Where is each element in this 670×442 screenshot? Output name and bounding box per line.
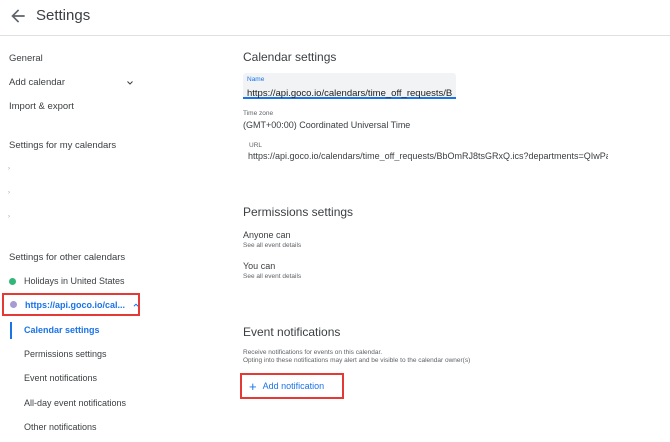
url-label: URL (249, 142, 263, 149)
name-label: Name (247, 76, 265, 83)
chevron-up-icon (131, 300, 141, 310)
notifications-desc-line-1: Receive notifications for events on this… (243, 349, 383, 356)
add-notification-button[interactable]: + Add notification (240, 373, 344, 399)
anyone-can-title: Anyone can (243, 230, 291, 240)
active-indicator (10, 322, 12, 339)
sidebar-subitem-calendar-settings[interactable]: Calendar settings (24, 325, 100, 335)
notifications-desc-line-2: Opting into these notifications may aler… (243, 357, 471, 364)
calendar-settings-heading: Calendar settings (243, 50, 337, 64)
sidebar-item-general[interactable]: General (9, 53, 43, 64)
sidebar-item-add-calendar[interactable]: Add calendar (9, 77, 65, 88)
name-input[interactable] (247, 88, 452, 99)
back-button[interactable] (8, 6, 28, 26)
event-notifications-heading: Event notifications (243, 325, 341, 339)
sidebar-subitem-event-notifications[interactable]: Event notifications (24, 373, 97, 383)
calendar-color-dot (9, 277, 16, 285)
page-title: Settings (36, 7, 91, 24)
sidebar-item-import-export[interactable]: Import & export (9, 101, 74, 112)
calendar-label: https://api.goco.io/cal... (25, 299, 126, 310)
calendar-label: Holidays in United States (24, 276, 125, 286)
plus-icon: + (249, 378, 257, 394)
you-can-title: You can (243, 261, 276, 271)
notifications-description: Receive notifications for events on this… (243, 349, 470, 365)
add-notification-label: Add notification (262, 381, 325, 391)
timezone-value[interactable]: (GMT+00:00) Coordinated Universal Time (243, 120, 543, 130)
my-calendar-placeholder-1: › (8, 166, 10, 172)
url-value: https://api.goco.io/calendars/time_off_r… (248, 151, 608, 161)
other-calendars-heading: Settings for other calendars (9, 252, 126, 263)
main-content: Calendar settings Name Time zone (GMT+00… (240, 36, 663, 442)
arrow-left-icon (11, 9, 25, 23)
my-calendar-placeholder-2: › (8, 190, 10, 196)
calendar-color-dot (10, 301, 17, 308)
you-can-detail: See all event details (243, 273, 302, 280)
chevron-down-icon[interactable] (124, 76, 136, 88)
my-calendars-heading: Settings for my calendars (9, 140, 117, 151)
sidebar-subitem-other-notifications[interactable]: Other notifications (24, 422, 97, 432)
sidebar-calendar-goco[interactable]: https://api.goco.io/cal... (2, 293, 140, 316)
timezone-label: Time zone (243, 110, 274, 117)
name-field[interactable]: Name (243, 73, 456, 99)
my-calendar-placeholder-3: › (8, 214, 10, 220)
sidebar: General Add calendar Import & export Set… (0, 36, 220, 442)
permissions-heading: Permissions settings (243, 205, 354, 219)
sidebar-subitem-permissions[interactable]: Permissions settings (24, 349, 107, 359)
top-bar: Settings (0, 0, 670, 36)
anyone-can-detail: See all event details (243, 242, 302, 249)
sidebar-subitem-allday-notifications[interactable]: All-day event notifications (24, 398, 126, 408)
sidebar-calendar-holidays[interactable]: Holidays in United States (9, 273, 125, 289)
